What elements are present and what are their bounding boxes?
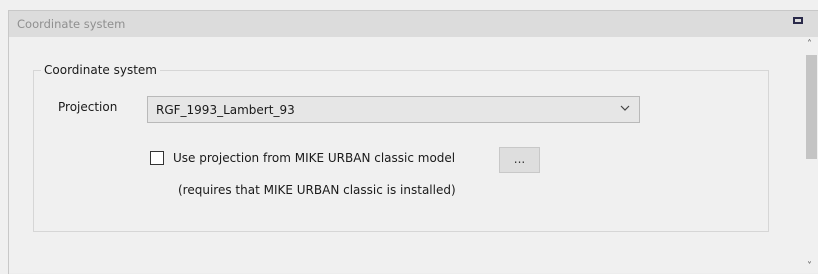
scroll-up-icon[interactable]: ˄ — [807, 39, 812, 50]
use-classic-projection-checkbox[interactable] — [150, 151, 164, 165]
scroll-thumb[interactable] — [806, 55, 817, 159]
panel-title: Coordinate system — [17, 17, 126, 31]
panel-titlebar: Coordinate system × — [9, 11, 818, 37]
projection-dropdown[interactable]: RGF_1993_Lambert_93 — [147, 96, 640, 123]
browse-button[interactable]: ... — [499, 147, 540, 173]
groupbox-legend: Coordinate system — [41, 63, 160, 77]
restore-icon[interactable] — [793, 17, 803, 24]
projection-label: Projection — [58, 100, 118, 114]
projection-selected-value: RGF_1993_Lambert_93 — [156, 103, 295, 117]
use-classic-projection-label[interactable]: Use projection from MIKE URBAN classic m… — [173, 151, 455, 165]
vertical-scrollbar[interactable]: ˄ ˅ — [805, 37, 818, 273]
scroll-down-icon[interactable]: ˅ — [807, 261, 812, 272]
chevron-down-icon — [620, 105, 630, 111]
requires-note: (requires that MIKE URBAN classic is ins… — [178, 183, 456, 197]
